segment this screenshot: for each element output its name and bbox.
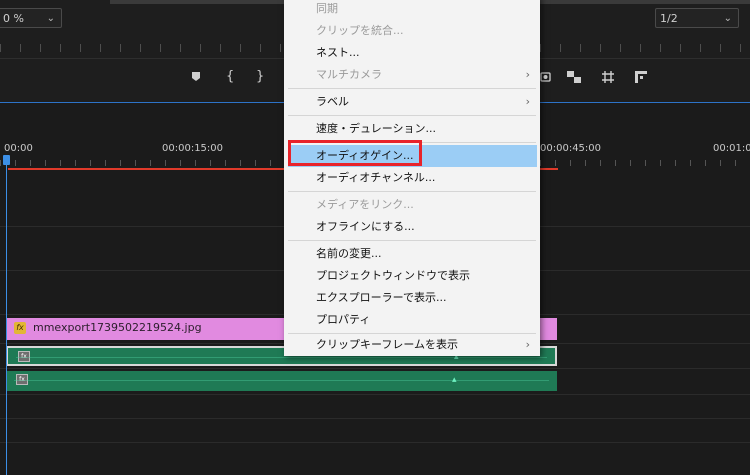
zoom-dropdown[interactable]: 0 % ⌄ <box>0 8 62 28</box>
menu-item-reveal-in-project[interactable]: プロジェクトウィンドウで表示 <box>284 265 540 287</box>
menu-item-label[interactable]: ラベル › <box>284 91 540 113</box>
submenu-arrow-icon: › <box>525 95 530 108</box>
menu-divider <box>288 240 536 241</box>
menu-divider <box>288 191 536 192</box>
transform-icon[interactable] <box>634 70 648 88</box>
waveform-icon: ▴ <box>452 375 457 385</box>
chevron-down-icon: ⌄ <box>723 13 732 24</box>
track-divider <box>0 418 750 419</box>
safe-margins-icon[interactable] <box>601 70 615 88</box>
menu-item-rename[interactable]: 名前の変更... <box>284 243 540 265</box>
track-divider <box>0 368 750 369</box>
menu-item-merge-clips[interactable]: クリップを統合... <box>284 20 540 42</box>
resolution-dropdown[interactable]: 1/2 ⌄ <box>655 8 739 28</box>
audio-clip[interactable]: fx ▴ <box>6 371 557 391</box>
waveform-line <box>16 357 547 358</box>
clip-context-menu: 同期 クリップを統合... ネスト... マルチカメラ › ラベル › 速度・デュレ… <box>284 0 540 356</box>
menu-item-reveal-in-explorer[interactable]: エクスプローラーで表示... <box>284 287 540 309</box>
menu-item-make-offline[interactable]: オフラインにする... <box>284 216 540 238</box>
timecode-label: 00:00 <box>4 143 33 154</box>
add-marker-icon[interactable] <box>191 71 201 86</box>
fx-badge-icon: fx <box>14 322 26 334</box>
chevron-down-icon: ⌄ <box>46 13 55 24</box>
track-divider <box>0 442 750 443</box>
playhead-handle[interactable] <box>3 155 10 165</box>
timecode-label: 00:00:15:00 <box>162 143 224 154</box>
menu-divider <box>288 88 536 89</box>
mark-in-icon[interactable]: { <box>226 69 234 84</box>
menu-divider <box>288 115 536 116</box>
playhead-line[interactable] <box>6 157 7 475</box>
menu-item-nest[interactable]: ネスト... <box>284 42 540 64</box>
waveform-line <box>14 380 549 381</box>
clip-name: mmexport1739502219524.jpg <box>33 321 202 334</box>
track-divider <box>0 394 750 395</box>
menu-item-speed-duration[interactable]: 速度・デュレーション... <box>284 118 540 140</box>
menu-item-multicamera[interactable]: マルチカメラ › <box>284 64 540 86</box>
compare-view-icon[interactable] <box>566 70 582 88</box>
menu-item-sync[interactable]: 同期 <box>284 0 540 20</box>
timecode-label: 00:00:45:00 <box>540 143 602 154</box>
submenu-arrow-icon: › <box>525 338 530 351</box>
timecode-label: 00:01:0 <box>713 143 750 154</box>
resolution-dropdown-value: 1/2 <box>660 12 678 25</box>
mark-out-icon[interactable]: } <box>256 69 264 84</box>
export-frame-icon[interactable] <box>540 71 551 86</box>
menu-item-audio-channels[interactable]: オーディオチャンネル... <box>284 167 540 189</box>
annotation-highlight-box <box>288 140 422 166</box>
submenu-arrow-icon: › <box>525 68 530 81</box>
menu-item-properties[interactable]: プロパティ <box>284 309 540 331</box>
menu-item-link-media[interactable]: メディアをリンク... <box>284 194 540 216</box>
menu-item-show-clip-keyframes[interactable]: クリップキーフレームを表示 › <box>284 334 540 356</box>
zoom-dropdown-value: 0 % <box>3 12 24 25</box>
